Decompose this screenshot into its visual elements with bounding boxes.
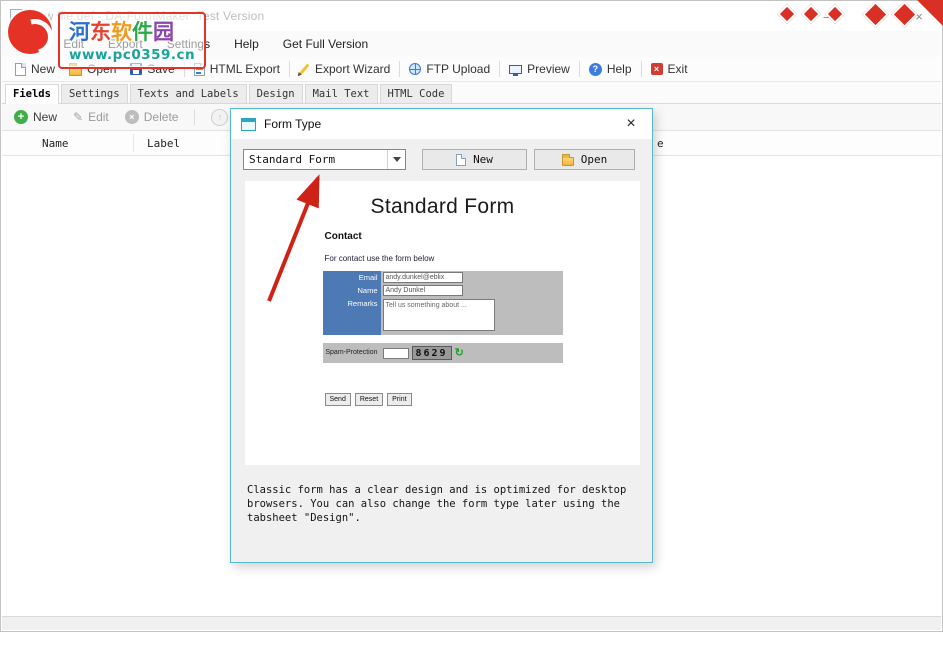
title-bar: new file.def - DA-FormMaker Test Version… xyxy=(1,1,942,31)
menu-get-full-version[interactable]: Get Full Version xyxy=(283,37,368,51)
ftp-upload-button[interactable]: FTP Upload xyxy=(402,60,497,78)
chevron-down-icon[interactable] xyxy=(387,150,405,169)
menu-file[interactable]: File xyxy=(20,37,39,51)
new-file-icon xyxy=(456,154,466,166)
mock-buttons-row: Send Reset Print xyxy=(323,393,563,406)
field-delete-button[interactable]: × Delete xyxy=(125,110,179,124)
menu-settings[interactable]: Settings xyxy=(167,37,210,51)
column-header-name[interactable]: Name xyxy=(42,137,69,150)
delete-icon: × xyxy=(125,110,139,124)
mock-remarks-textarea: Tell us something about ... xyxy=(383,299,495,331)
toolbar-separator xyxy=(499,61,500,77)
status-bar xyxy=(2,616,941,630)
tab-html-code[interactable]: HTML Code xyxy=(380,84,453,103)
help-button[interactable]: ? Help xyxy=(582,60,639,78)
mock-form-intro: For contact use the form below xyxy=(325,254,563,263)
mock-email-label: Email xyxy=(323,271,381,284)
new-file-icon xyxy=(15,63,26,76)
toolbar-separator xyxy=(184,61,185,77)
menu-export[interactable]: Export xyxy=(108,37,143,51)
screen: new file.def - DA-FormMaker Test Version… xyxy=(0,0,943,654)
form-dialog-icon xyxy=(241,118,256,131)
tab-mail-text[interactable]: Mail Text xyxy=(305,84,378,103)
mock-send-button: Send xyxy=(325,393,351,406)
html-export-button[interactable]: HTML Export xyxy=(187,60,287,78)
minimize-button[interactable]: – xyxy=(804,1,850,31)
column-header-label[interactable]: Label xyxy=(147,137,180,150)
field-edit-button[interactable]: ✎ Edit xyxy=(73,110,109,124)
field-new-button[interactable]: + New xyxy=(14,110,57,124)
dialog-title: Form Type xyxy=(264,117,321,131)
dialog-title-bar: Form Type × xyxy=(231,109,652,139)
maximize-button[interactable]: □ xyxy=(850,1,896,31)
open-folder-icon xyxy=(562,157,574,166)
main-toolbar: New Open Save HTML Export Export Wizard xyxy=(2,57,941,82)
menu-bar: File Edit Export Settings Help Get Full … xyxy=(2,31,941,57)
export-wizard-button[interactable]: Export Wizard xyxy=(292,60,397,78)
tab-design[interactable]: Design xyxy=(249,84,303,103)
export-wizard-icon xyxy=(299,63,309,74)
menu-edit[interactable]: Edit xyxy=(63,37,84,51)
html-export-icon xyxy=(194,63,205,76)
arrow-up-icon: ↑ xyxy=(218,112,223,122)
save-button[interactable]: Save xyxy=(123,60,181,78)
ftp-upload-icon xyxy=(409,63,421,75)
mock-name-label: Name xyxy=(323,284,381,297)
help-icon: ? xyxy=(589,63,602,76)
mock-form-title: Contact xyxy=(325,231,563,242)
save-icon xyxy=(130,63,142,75)
exit-button[interactable]: × Exit xyxy=(644,60,695,78)
add-icon: + xyxy=(14,110,28,124)
form-type-description: Classic form has a clear design and is o… xyxy=(247,483,639,526)
toolbar-separator xyxy=(399,61,400,77)
dialog-open-button[interactable]: Open xyxy=(534,149,635,170)
mock-email-row: Email andy.dunkel@eblix xyxy=(323,271,563,284)
fields-toolbar-separator xyxy=(194,109,195,125)
tab-texts-and-labels[interactable]: Texts and Labels xyxy=(130,84,247,103)
mock-spam-label: Spam-Protection xyxy=(323,349,381,357)
form-type-dialog: Form Type × Standard Form New Open Stand… xyxy=(230,108,653,563)
form-preview-panel: Standard Form Contact For contact use th… xyxy=(245,181,640,465)
mock-email-input: andy.dunkel@eblix xyxy=(383,272,463,283)
toolbar-separator xyxy=(579,61,580,77)
toolbar-separator xyxy=(289,61,290,77)
form-type-dropdown[interactable]: Standard Form xyxy=(243,149,406,170)
mock-name-row: Name Andy Dunkel xyxy=(323,284,563,297)
tab-fields[interactable]: Fields xyxy=(5,84,59,104)
column-separator[interactable] xyxy=(133,134,134,152)
preview-button[interactable]: Preview xyxy=(502,60,577,78)
window-controls: – □ × xyxy=(804,1,942,31)
column-header-partial[interactable]: e xyxy=(657,137,664,150)
preview-heading: Standard Form xyxy=(245,195,640,219)
dialog-close-icon[interactable]: × xyxy=(620,113,642,135)
mock-spam-input xyxy=(383,348,409,359)
open-folder-icon xyxy=(69,66,82,76)
menu-help[interactable]: Help xyxy=(234,37,259,51)
dialog-new-button[interactable]: New xyxy=(422,149,527,170)
exit-icon: × xyxy=(651,63,663,75)
refresh-captcha-icon: ↻ xyxy=(455,348,464,359)
mock-remarks-row: Remarks Tell us something about ... xyxy=(323,297,563,335)
edit-pencil-icon: ✎ xyxy=(73,110,83,124)
mock-print-button: Print xyxy=(387,393,411,406)
contact-form-preview: Contact For contact use the form below E… xyxy=(323,231,563,406)
move-up-button[interactable]: ↑ xyxy=(211,109,228,126)
open-button[interactable]: Open xyxy=(62,60,123,78)
mock-name-input: Andy Dunkel xyxy=(383,285,463,296)
tab-bar: Fields Settings Texts and Labels Design … xyxy=(2,82,941,104)
new-button[interactable]: New xyxy=(8,60,62,78)
preview-icon xyxy=(509,65,522,74)
app-icon xyxy=(10,9,23,23)
close-button[interactable]: × xyxy=(896,1,942,31)
window-title: new file.def - DA-FormMaker Test Version xyxy=(31,9,264,23)
mock-remarks-label: Remarks xyxy=(323,297,381,335)
mock-spam-row: Spam-Protection 8629 ↻ xyxy=(323,343,563,363)
mock-row-gap xyxy=(323,335,563,343)
mock-reset-button: Reset xyxy=(355,393,383,406)
toolbar-separator xyxy=(641,61,642,77)
mock-captcha: 8629 xyxy=(412,346,452,360)
tab-settings[interactable]: Settings xyxy=(61,84,128,103)
